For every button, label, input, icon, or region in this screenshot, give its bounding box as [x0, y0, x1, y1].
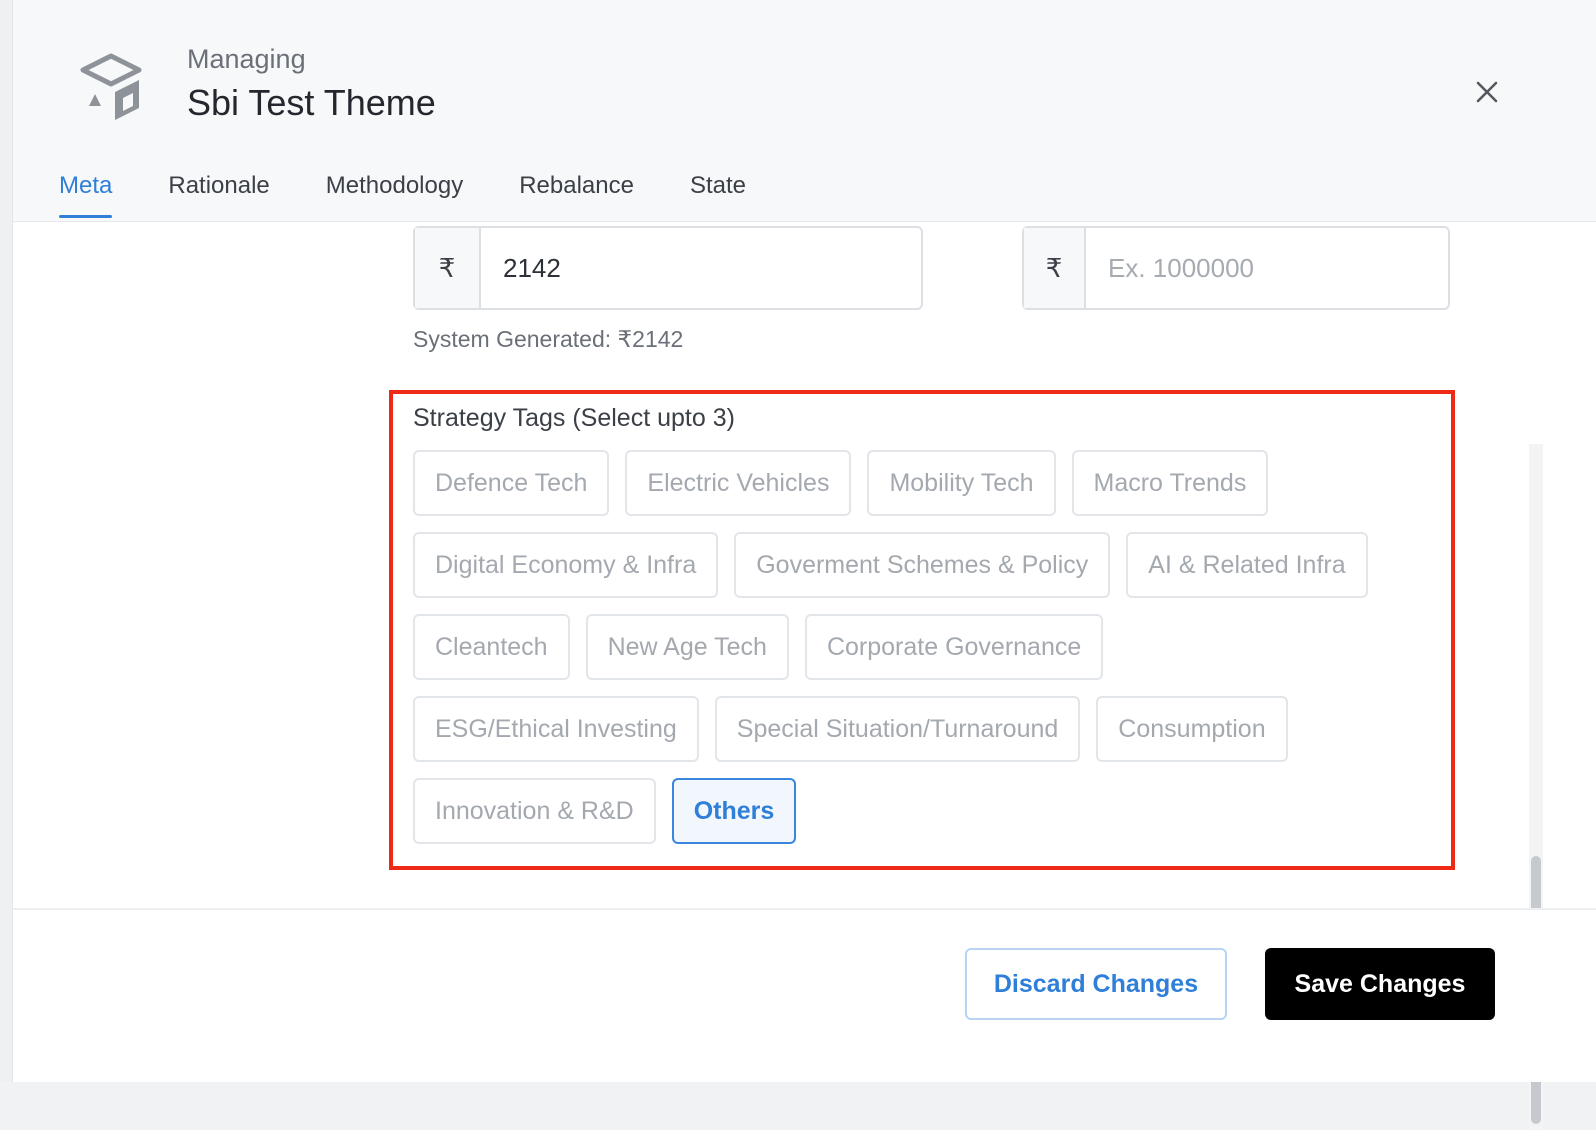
system-generated-hint: System Generated: ₹2142	[413, 326, 684, 352]
max-investment-group: ₹	[1022, 226, 1450, 310]
tab-methodology[interactable]: Methodology	[326, 168, 463, 222]
tag-row: Digital Economy & Infra Goverment Schemes…	[413, 532, 1443, 600]
tab-meta[interactable]: Meta	[59, 168, 113, 222]
rupee-addon: ₹	[415, 228, 481, 308]
manage-theme-modal: Managing Sbi Test Theme Meta Rationale M…	[12, 0, 1596, 1130]
modal-header: Managing Sbi Test Theme Meta Rationale M…	[13, 0, 1596, 222]
strategy-tag-chip[interactable]: Goverment Schemes & Policy	[734, 532, 1111, 598]
strategy-tag-chip[interactable]: Others	[671, 778, 797, 844]
tab-rationale[interactable]: Rationale	[168, 168, 269, 222]
theme-title: Sbi Test Theme	[187, 82, 436, 123]
close-icon	[1476, 81, 1498, 103]
save-changes-button[interactable]: Save Changes	[1265, 948, 1495, 1020]
strategy-tags-section: Strategy Tags (Select upto 3) Defence Te…	[389, 390, 1455, 870]
strategy-tag-chip[interactable]: Digital Economy & Infra	[413, 532, 719, 598]
close-button[interactable]	[1467, 72, 1507, 112]
strategy-tag-chip[interactable]: New Age Tech	[585, 614, 789, 680]
form-body: ₹ ₹ System Generated: ₹2142 Strategy Tag…	[13, 222, 1596, 1130]
tab-rebalance[interactable]: Rebalance	[519, 168, 634, 222]
cube-logo-icon	[80, 53, 142, 120]
tab-state[interactable]: State	[690, 168, 746, 222]
tab-bar: Meta Rationale Methodology Rebalance Sta…	[59, 168, 802, 222]
managing-label: Managing	[187, 44, 306, 74]
strategy-tag-chip[interactable]: Mobility Tech	[867, 450, 1056, 516]
strategy-tag-chip[interactable]: ESG/Ethical Investing	[413, 696, 699, 762]
strategy-tags-label: Strategy Tags (Select upto 3)	[413, 404, 735, 432]
strategy-tag-chip[interactable]: Cleantech	[413, 614, 570, 680]
strategy-tag-chip[interactable]: Defence Tech	[413, 450, 610, 516]
tag-row: ESG/Ethical Investing Special Situation/T…	[413, 696, 1443, 764]
rupee-addon: ₹	[1024, 228, 1086, 308]
min-investment-input[interactable]	[481, 228, 921, 308]
strategy-tag-chip[interactable]: Innovation & R&D	[413, 778, 656, 844]
strategy-tag-chip[interactable]: Special Situation/Turnaround	[714, 696, 1081, 762]
tag-row: Cleantech New Age Tech Corporate Governanc…	[413, 614, 1443, 682]
strategy-tag-chip[interactable]: Consumption	[1096, 696, 1288, 762]
strategy-tag-chip[interactable]: Macro Trends	[1071, 450, 1269, 516]
discard-changes-button[interactable]: Discard Changes	[965, 948, 1227, 1020]
strategy-tags-list: Defence Tech Electric Vehicles Mobility Te…	[413, 450, 1443, 860]
min-investment-group: ₹	[413, 226, 923, 310]
modal-footer: Discard Changes Save Changes	[13, 908, 1596, 1082]
tag-row: Innovation & R&D Others	[413, 778, 1443, 846]
strategy-tag-chip[interactable]: AI & Related Infra	[1126, 532, 1368, 598]
tag-row: Defence Tech Electric Vehicles Mobility Te…	[413, 450, 1443, 518]
strategy-tag-chip[interactable]: Corporate Governance	[804, 614, 1104, 680]
max-investment-input[interactable]	[1086, 228, 1448, 308]
strategy-tag-chip[interactable]: Electric Vehicles	[625, 450, 852, 516]
